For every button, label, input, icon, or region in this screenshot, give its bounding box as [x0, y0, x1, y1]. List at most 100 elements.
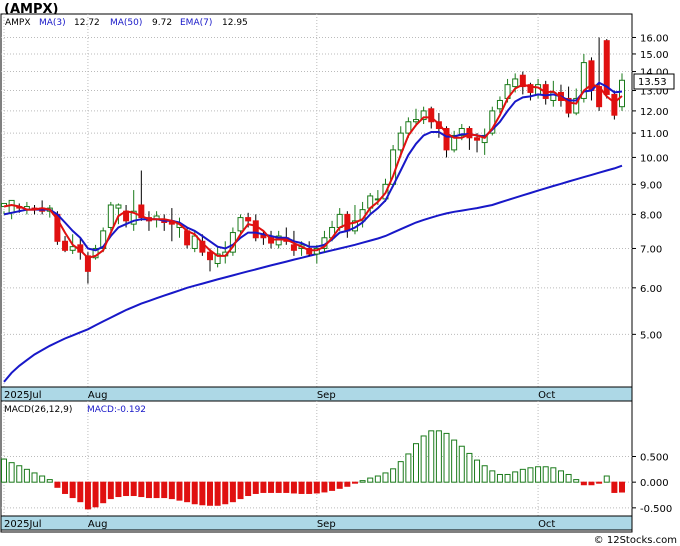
- macd-bar-positive: [16, 465, 23, 483]
- macd-bar-positive: [542, 466, 549, 483]
- candle-up: [619, 79, 625, 108]
- price-tick-label: 6.00: [640, 284, 662, 295]
- candle-up: [336, 213, 343, 228]
- macd-bar-negative: [214, 481, 221, 506]
- macd-tick-label: -0.500: [640, 504, 672, 515]
- macd-bar-positive: [420, 435, 427, 483]
- macd-bar-negative: [92, 481, 99, 508]
- macd-bar-negative: [298, 481, 305, 494]
- macd-x-tick-label: Aug: [88, 519, 108, 530]
- macd-bar-positive: [23, 468, 30, 483]
- macd-bar-negative: [329, 481, 336, 491]
- macd-x-tick-label: Oct: [538, 519, 555, 530]
- legend-ma50-value: 9.72: [152, 18, 172, 28]
- macd-bar-negative: [84, 481, 91, 510]
- candle-up: [191, 235, 198, 249]
- macd-bar-negative: [275, 481, 282, 493]
- legend-ema7-value: 12.95: [222, 18, 248, 28]
- macd-bar-negative: [229, 481, 236, 503]
- macd-bar-positive: [1, 458, 7, 483]
- macd-bar-positive: [565, 473, 572, 483]
- macd-bar-positive: [557, 470, 564, 483]
- macd-bar-negative: [237, 481, 244, 500]
- legend-ma50-label: MA(50): [110, 18, 142, 28]
- macd-bar-positive: [382, 472, 389, 483]
- macd-bar-negative: [245, 481, 252, 497]
- candle-up: [237, 217, 244, 232]
- macd-bar-positive: [405, 453, 412, 483]
- macd-bar-positive: [550, 467, 557, 483]
- macd-bar-negative: [283, 481, 290, 493]
- macd-bar-negative: [268, 481, 275, 493]
- candle-up: [107, 204, 114, 228]
- price-tick-label: 16.00: [640, 33, 669, 44]
- legend-ema7-label: EMA(7): [180, 18, 212, 28]
- macd-bar-positive: [31, 472, 38, 483]
- candle-down: [344, 213, 351, 232]
- candle-down: [62, 240, 69, 251]
- candle-down: [207, 251, 213, 261]
- macd-bar-negative: [306, 481, 313, 494]
- macd-bar-positive: [39, 475, 46, 483]
- macd-bar-negative: [351, 481, 358, 484]
- macd-bar-positive: [458, 445, 465, 483]
- candle-up: [413, 119, 419, 123]
- price-x-tick-label: 2025Jul: [4, 390, 42, 401]
- macd-bar-negative: [107, 481, 114, 500]
- macd-bar-positive: [512, 471, 519, 483]
- macd-bar-positive: [481, 465, 488, 483]
- macd-bar-positive: [466, 452, 473, 483]
- legend-ma3-label: MA(3): [39, 18, 66, 28]
- candle-down: [290, 244, 297, 251]
- stock-chart: (AMPX) © 12Stocks.com 16.0015.0014.0013.…: [0, 2, 677, 546]
- price-tick-label: 10.00: [640, 153, 669, 164]
- macd-bar-negative: [260, 481, 267, 493]
- candle-down: [184, 230, 191, 246]
- price-x-tick-label: Oct: [538, 390, 555, 401]
- macd-bar-negative: [161, 481, 168, 499]
- macd-bar-positive: [374, 475, 381, 483]
- macd-x-tick-label: 2025Jul: [4, 519, 42, 530]
- macd-y-axis: 0.500 0.000 -0.500: [632, 453, 672, 515]
- last-price-label: 13.53: [638, 77, 667, 88]
- macd-bar-negative: [184, 481, 191, 503]
- macd-bar-positive: [603, 475, 610, 483]
- macd-bar-negative: [191, 481, 198, 505]
- watermark: © 12Stocks.com: [594, 535, 677, 546]
- macd-bar-positive: [443, 432, 450, 483]
- price-tick-label: 12.00: [640, 107, 669, 118]
- macd-bar-negative: [145, 481, 152, 499]
- candle-down: [252, 220, 259, 239]
- price-legend: AMPX MA(3) 12.72 MA(50) 9.72 EMA(7) 12.9…: [5, 18, 248, 28]
- candle-up: [397, 132, 404, 151]
- macd-bar-positive: [496, 473, 503, 483]
- macd-bar-negative: [138, 481, 145, 498]
- macd-bar-positive: [8, 462, 15, 483]
- macd-tick-label: 0.500: [640, 453, 669, 464]
- candle-up: [115, 204, 122, 209]
- macd-tick-label: 0.000: [640, 478, 669, 489]
- price-x-tick-label: Aug: [88, 390, 108, 401]
- candle-up: [8, 199, 15, 214]
- macd-bar-negative: [222, 481, 229, 505]
- macd-bar-negative: [336, 481, 343, 489]
- macd-bar-negative: [115, 481, 122, 498]
- macd-bar-negative: [252, 481, 259, 494]
- candle-up: [496, 99, 503, 110]
- macd-bar-negative: [69, 481, 76, 499]
- price-tick-label: 5.00: [640, 330, 662, 341]
- macd-bar-negative: [199, 481, 206, 506]
- macd-bar-positive: [474, 459, 481, 483]
- macd-bar-negative: [123, 481, 130, 497]
- macd-bar-positive: [390, 468, 397, 483]
- candle-down: [466, 128, 473, 139]
- macd-bar-positive: [367, 477, 374, 483]
- macd-bar-positive: [535, 466, 542, 483]
- candle-down: [245, 217, 252, 222]
- macd-bar-positive: [428, 430, 435, 483]
- candle-down: [474, 137, 481, 141]
- macd-bar-negative: [611, 481, 618, 493]
- macd-legend-value: MACD:-0.192: [87, 405, 146, 415]
- macd-bar-negative: [313, 481, 320, 494]
- macd-bar-negative: [77, 481, 84, 503]
